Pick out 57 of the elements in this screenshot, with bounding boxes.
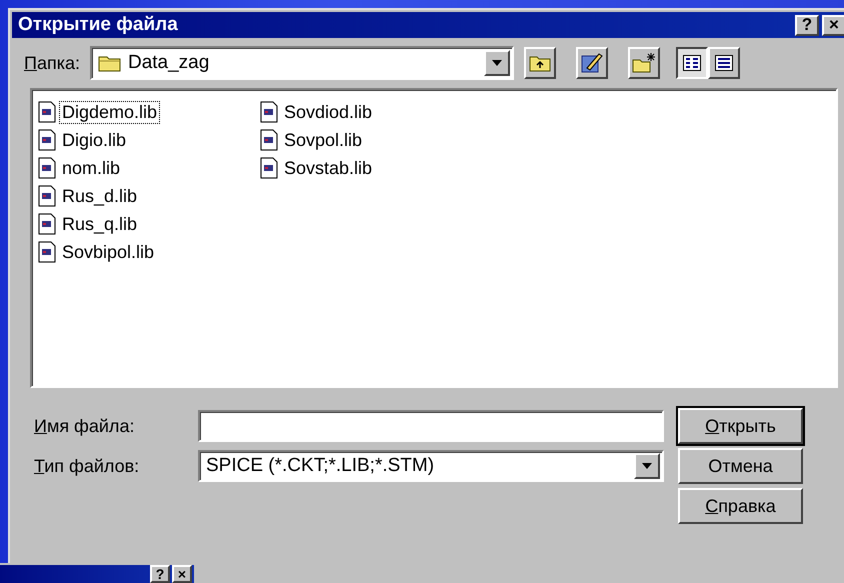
file-item[interactable]: Digio.lib <box>38 128 260 152</box>
file-item[interactable]: Sovpol.lib <box>260 128 482 152</box>
file-icon <box>38 101 56 123</box>
file-item[interactable]: Rus_d.lib <box>38 184 260 208</box>
file-name: Sovdiod.lib <box>283 102 374 122</box>
file-name-field[interactable] <box>198 410 664 442</box>
file-icon <box>38 213 56 235</box>
file-item[interactable]: Sovdiod.lib <box>260 100 482 124</box>
details-view-icon <box>714 55 733 71</box>
help-button[interactable]: ? <box>795 14 819 36</box>
dropdown-arrow-icon <box>492 60 502 66</box>
file-icon <box>260 101 278 123</box>
file-name: Rus_q.lib <box>61 214 138 234</box>
folder-icon <box>98 54 122 72</box>
file-item[interactable]: nom.lib <box>38 156 260 180</box>
folder-dropdown[interactable]: Data_zag <box>90 46 514 80</box>
file-item[interactable]: Sovstab.lib <box>260 156 482 180</box>
file-type-value: SPICE (*.CKT;*.LIB;*.STM) <box>206 455 436 477</box>
file-name: Digio.lib <box>61 130 128 150</box>
help-button[interactable]: ? <box>150 565 170 583</box>
close-button[interactable]: × <box>172 565 192 583</box>
file-name: nom.lib <box>61 158 122 178</box>
file-name-label: Имя файла: <box>34 416 136 436</box>
help-button[interactable]: Справка <box>678 488 803 524</box>
cancel-button[interactable]: Отмена <box>678 448 803 484</box>
new-folder-button[interactable] <box>628 47 660 79</box>
file-item[interactable]: Digdemo.lib <box>38 100 260 124</box>
folder-label: Папка: <box>24 52 80 74</box>
file-name: Sovpol.lib <box>283 130 364 150</box>
window-title: Открытие файла <box>18 14 179 36</box>
close-button[interactable]: × <box>822 14 844 36</box>
file-name: Digdemo.lib <box>60 102 160 122</box>
up-folder-button[interactable] <box>524 47 556 79</box>
list-view-icon <box>682 55 701 71</box>
up-folder-icon <box>528 54 551 72</box>
dropdown-button[interactable] <box>484 50 510 76</box>
file-type-dropdown[interactable]: SPICE (*.CKT;*.LIB;*.STM) <box>198 450 664 482</box>
dropdown-button[interactable] <box>634 453 660 479</box>
file-icon <box>38 157 56 179</box>
dropdown-arrow-icon <box>642 463 652 469</box>
pencil-icon <box>580 52 603 74</box>
file-icon <box>260 157 278 179</box>
list-view-button[interactable] <box>676 47 708 79</box>
file-name: Sovstab.lib <box>283 158 374 178</box>
file-icon <box>260 129 278 151</box>
folder-value: Data_zag <box>128 52 210 74</box>
file-item[interactable]: Rus_q.lib <box>38 212 260 236</box>
file-item[interactable]: Sovbipol.lib <box>38 240 260 264</box>
file-type-label: Тип файлов: <box>34 456 140 476</box>
new-folder-icon <box>632 52 656 74</box>
file-name: Rus_d.lib <box>61 186 138 206</box>
file-icon <box>38 241 56 263</box>
file-icon <box>38 129 56 151</box>
open-button[interactable]: Открыть <box>678 408 803 444</box>
details-view-button[interactable] <box>708 47 740 79</box>
file-name: Sovbipol.lib <box>61 242 156 262</box>
file-icon <box>38 185 56 207</box>
